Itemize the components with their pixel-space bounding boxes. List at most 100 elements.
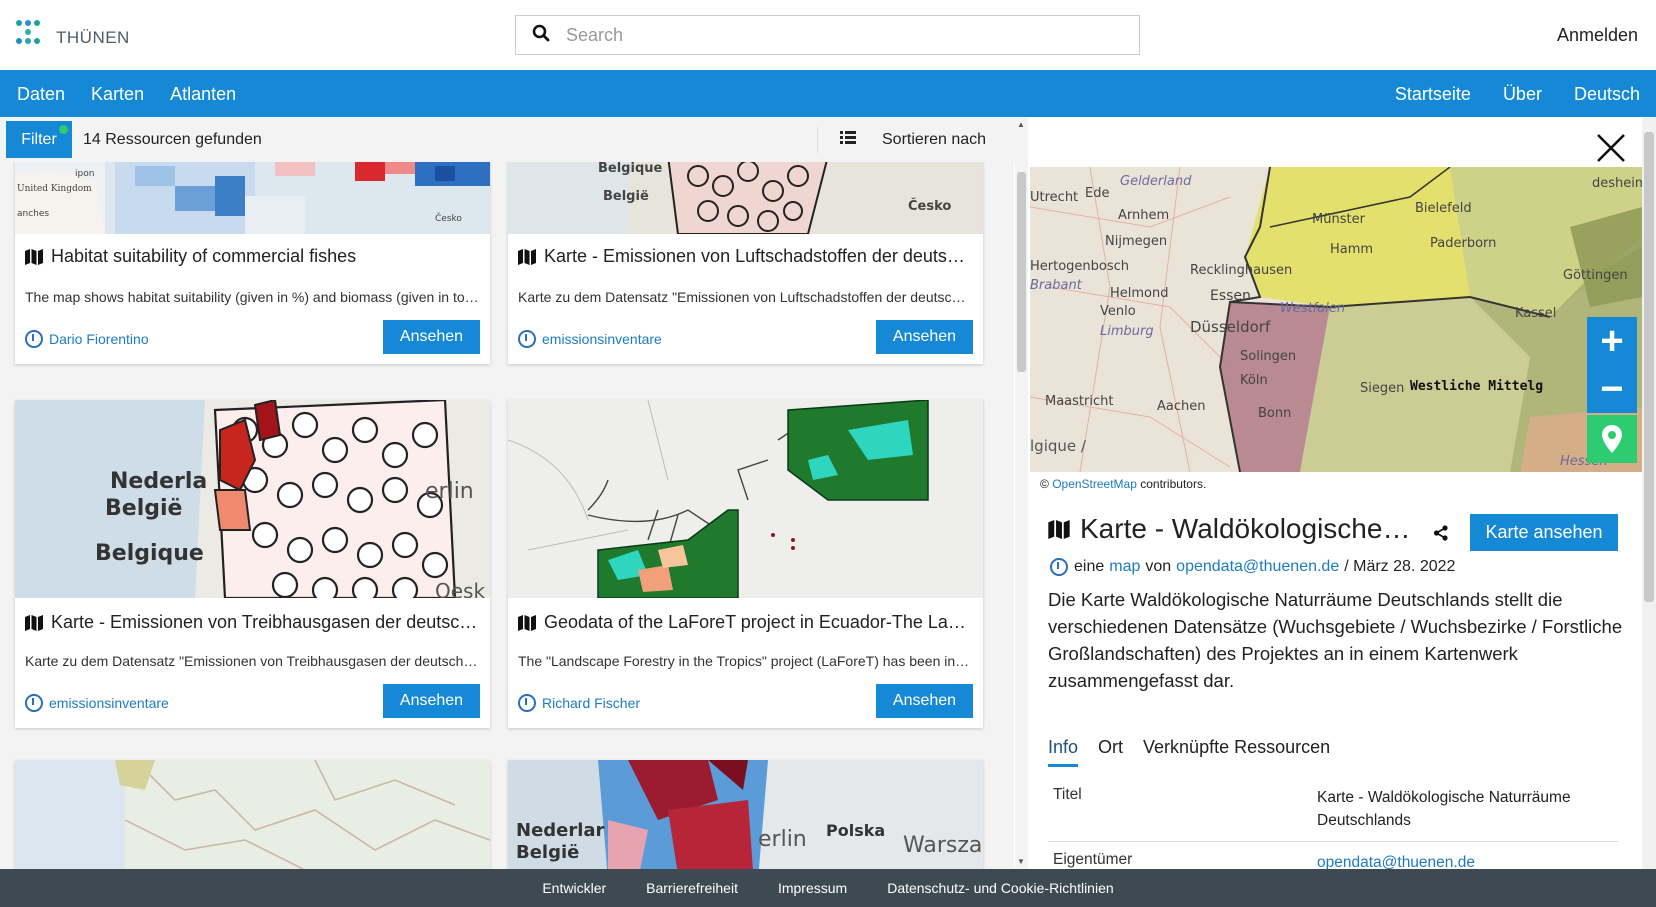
nav-language[interactable]: Deutsch [1574,84,1640,105]
map-label: Solingen [1240,349,1296,364]
search-bar[interactable] [515,15,1140,55]
map-label: Limburg [1100,324,1154,339]
card-title[interactable]: Habitat suitability of commercial fishes [25,246,480,267]
detail-title-text: Karte - Waldökologische Naturräume Deuts… [1080,513,1418,544]
meta-date: / März 28. 2022 [1344,558,1456,575]
share-icon[interactable] [1433,525,1449,546]
result-card[interactable] [15,760,490,869]
main-nav: Daten Karten Atlanten Startseite Über De… [0,70,1656,117]
nav-startseite[interactable]: Startseite [1395,84,1471,105]
nav-ueber[interactable]: Über [1503,84,1542,105]
zoom-out-icon[interactable]: − [1587,365,1637,413]
view-button[interactable]: Ansehen [383,320,480,354]
map-label: erlin [758,827,807,852]
footer-imprint[interactable]: Impressum [778,880,847,896]
footer-accessibility[interactable]: Barrierefreiheit [646,880,738,896]
card-title[interactable]: Karte - Emissionen von Treibhausgasen de… [25,612,480,633]
nav-daten[interactable]: Daten [17,84,65,105]
map-label: lgique / [1030,437,1087,455]
detail-scrollbar[interactable] [1642,117,1656,869]
result-card[interactable]: United Kingdom ipon Ne anches Česko Habi… [15,162,490,364]
detail-title: Karte - Waldökologische Naturräume Deuts… [1048,513,1418,545]
card-title[interactable]: Geodata of the LaForeT project in Ecuado… [518,612,973,633]
user-icon [25,330,43,348]
zoom-control: + − [1587,317,1637,413]
card-thumbnail [508,400,983,598]
scrollbar-thumb[interactable] [1644,132,1654,602]
card-owner[interactable]: emissionsinventare [25,694,169,712]
open-map-button[interactable]: Karte ansehen [1470,514,1618,551]
map-label: Bielefeld [1415,201,1472,216]
login-link[interactable]: Anmelden [1557,25,1638,46]
owner-link[interactable]: opendata@thuenen.de [1317,854,1475,869]
location-pin-icon[interactable] [1587,415,1637,463]
footer-privacy[interactable]: Datenschutz- und Cookie-Richtlinien [887,880,1113,896]
detail-panel: Gelderland Utrecht Ede Arnhem Nijmegen M… [1028,117,1642,869]
filter-button[interactable]: Filter [6,121,72,158]
sort-dropdown[interactable]: Sortieren nach [882,131,986,149]
header: THÜNEN Anmelden [0,0,1656,70]
map-label: Münster [1312,212,1366,227]
card-title-text: Karte - Emissionen von Luftschadstoffen … [544,246,973,266]
scroll-up-arrow-icon[interactable]: ▲ [1017,120,1025,129]
card-owner[interactable]: Dario Fiorentino [25,330,149,348]
results-toolbar: Filter 14 Ressourcen gefunden Sortieren … [0,117,1028,162]
thuenen-logo[interactable]: THÜNEN [16,20,130,50]
tab-linked-resources[interactable]: Verknüpfte Ressourcen [1143,737,1330,767]
map-label: Paderborn [1430,236,1496,251]
scroll-down-arrow-icon[interactable]: ▼ [1017,857,1025,866]
list-view-icon[interactable] [840,131,856,148]
close-icon[interactable] [1594,131,1628,165]
scrollbar-thumb[interactable] [1017,172,1026,372]
result-card[interactable]: Geodata of the LaForeT project in Ecuado… [508,400,983,728]
table-row: Eigentümer opendata@thuenen.de [1048,842,1618,869]
card-title[interactable]: Karte - Emissionen von Luftschadstoffen … [518,246,973,267]
tab-ort[interactable]: Ort [1098,737,1123,767]
detail-description: Die Karte Waldökologische Naturräume Deu… [1048,589,1623,691]
owner-link[interactable]: opendata@thuenen.de [1176,558,1339,576]
filter-label: Filter [21,130,57,148]
map-label: Hamm [1330,242,1373,257]
map-viewer[interactable]: Gelderland Utrecht Ede Arnhem Nijmegen M… [1030,167,1642,472]
user-icon [518,694,536,712]
map-label: Kassel [1515,306,1556,321]
map-label: anches [17,209,49,219]
result-card[interactable]: Belgique België Česko Karte - Emissionen… [508,162,983,364]
card-thumbnail: Nederlar België erlin Polska Warszaw [508,760,983,869]
result-card[interactable]: Nederlar België erlin Polska Warszaw [508,760,983,869]
info-table: Titel Karte - Waldökologische Naturräume… [1048,777,1618,869]
info-value: Karte - Waldökologische Naturräume Deuts… [1317,789,1571,829]
map-label: België [105,496,182,521]
map-label: Hertogenbosch [1030,259,1129,274]
zoom-in-icon[interactable]: + [1587,317,1637,365]
nav-karten[interactable]: Karten [91,84,144,105]
view-button[interactable]: Ansehen [876,684,973,718]
results-scrollbar[interactable]: ▲ ▼ [1015,117,1028,869]
map-label: Venlo [1100,304,1136,319]
map-label: België [603,189,649,204]
footer-developer[interactable]: Entwickler [542,880,606,896]
resource-type-link[interactable]: map [1109,558,1140,576]
card-owner[interactable]: emissionsinventare [518,330,662,348]
map-label: Gelderland [1120,174,1192,189]
osm-link[interactable]: OpenStreetMap [1052,477,1137,491]
search-input[interactable] [566,24,1126,46]
nav-atlanten[interactable]: Atlanten [170,84,236,105]
map-label: Ne [85,162,98,165]
map-label: Utrecht [1030,190,1078,205]
card-thumbnail: Nederla België Belgique erlin Oesk [15,400,490,598]
map-label: Oesk [435,579,485,598]
card-title-text: Geodata of the LaForeT project in Ecuado… [544,612,973,632]
result-card[interactable]: Nederla België Belgique erlin Oesk Karte… [15,400,490,728]
map-label: Westfalen [1280,301,1345,316]
logo-dots-icon [16,20,46,50]
view-button[interactable]: Ansehen [383,684,480,718]
map-label: België [516,842,579,863]
user-icon [518,330,536,348]
results-grid: United Kingdom ipon Ne anches Česko Habi… [0,162,1014,869]
map-label: Bonn [1258,406,1291,421]
tab-info[interactable]: Info [1048,737,1079,767]
view-button[interactable]: Ansehen [876,320,973,354]
card-description: The map shows habitat suitability (given… [25,289,480,305]
card-owner[interactable]: Richard Fischer [518,694,640,712]
